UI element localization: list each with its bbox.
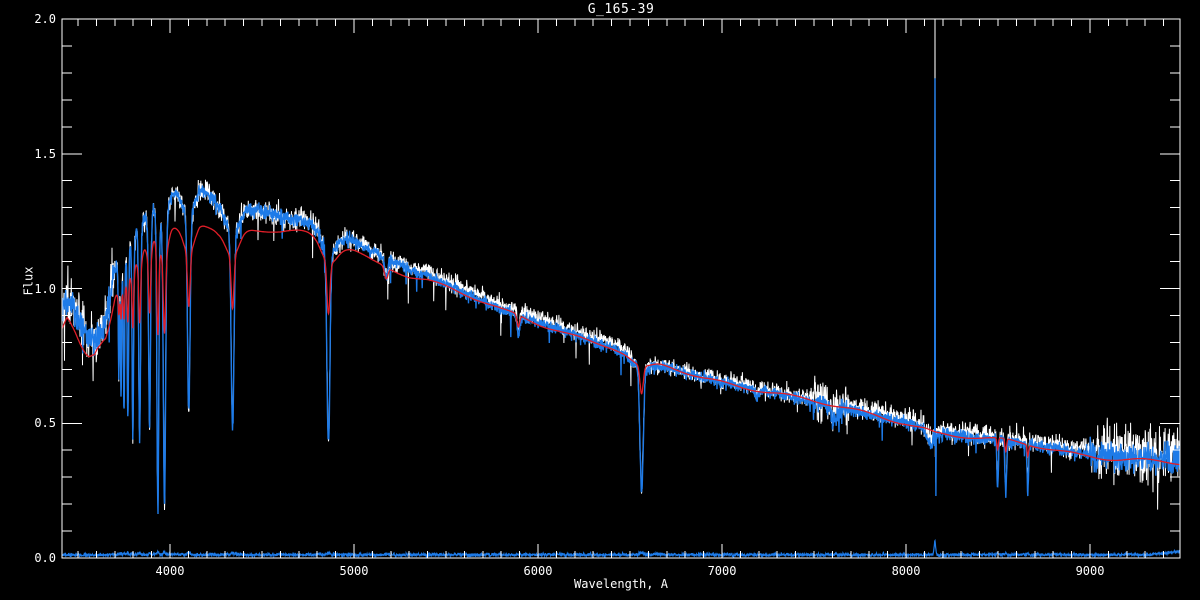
y-tick-label: 0.0	[34, 551, 56, 565]
plot-title: G_165-39	[587, 2, 655, 17]
x-axis-label: Wavelength, A	[574, 577, 668, 591]
x-tick-label: 6000	[523, 564, 553, 578]
x-tick-label: 4000	[155, 564, 185, 578]
y-tick-label: 1.5	[34, 146, 56, 161]
y-tick-label: 0.5	[34, 416, 56, 431]
x-tick-label: 9000	[1075, 564, 1105, 578]
spectrum-plot-canvas	[61, 18, 1181, 559]
spectrum-viewer-window: G_165-39 Wavelength, A Flux 4000 5000 6000…	[0, 0, 1200, 600]
y-tick-label: 1.0	[34, 281, 56, 296]
x-tick-label: 5000	[339, 564, 369, 578]
x-tick-label: 7000	[707, 564, 737, 578]
x-tick-label: 8000	[891, 564, 921, 578]
y-tick-label: 2.0	[34, 12, 56, 26]
